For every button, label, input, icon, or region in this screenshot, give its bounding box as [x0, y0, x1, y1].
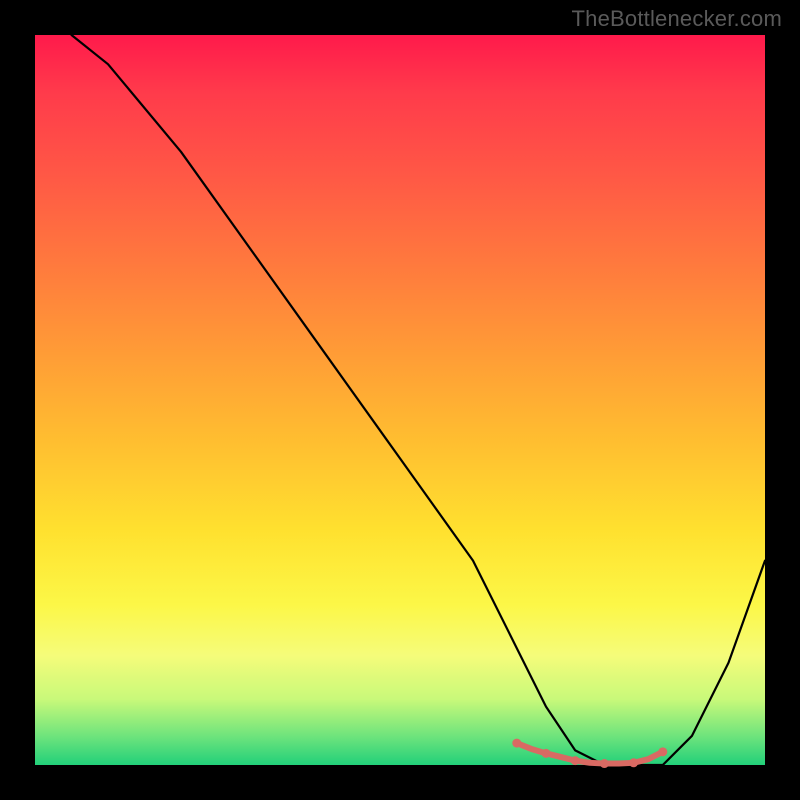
marker-dot: [629, 758, 638, 767]
marker-dot: [571, 756, 580, 765]
series-bottleneck-curve: [72, 35, 766, 765]
chart-frame: TheBottlenecker.com: [0, 0, 800, 800]
marker-dot: [512, 739, 521, 748]
series-group: [72, 35, 766, 765]
chart-svg: [35, 35, 765, 765]
series-optimal-zone: [517, 743, 663, 763]
brand-label: TheBottlenecker.com: [572, 6, 782, 32]
marker-dot: [658, 747, 667, 756]
plot-area: [35, 35, 765, 765]
marker-dot: [542, 749, 551, 758]
marker-dot: [600, 759, 609, 768]
